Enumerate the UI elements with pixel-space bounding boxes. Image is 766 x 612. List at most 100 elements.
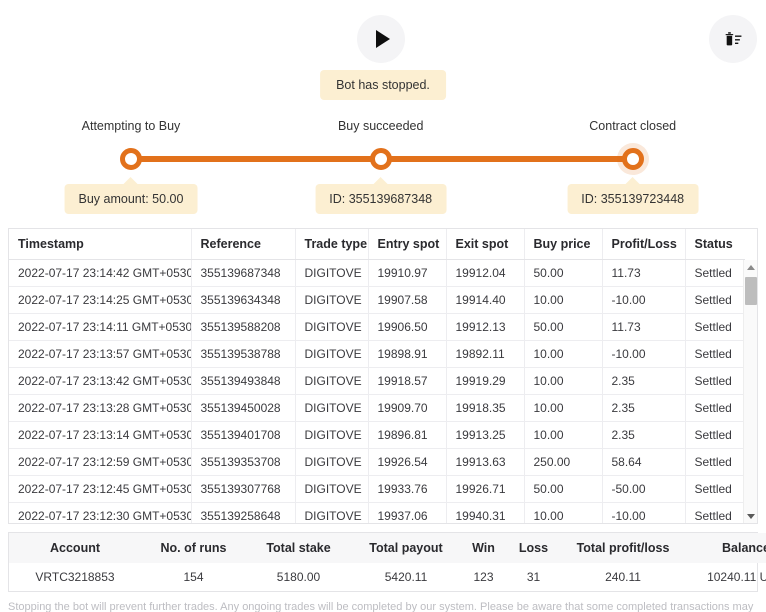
- scroll-down-button[interactable]: [744, 509, 757, 523]
- summary-header-row: Account No. of runs Total stake Total pa…: [9, 533, 766, 563]
- cell-reference: 355139307768: [191, 475, 296, 503]
- col-header-entry-spot[interactable]: Entry spot: [368, 229, 447, 260]
- col-header-trade-type[interactable]: Trade type: [295, 229, 369, 260]
- col-header-reference[interactable]: Reference: [191, 229, 296, 260]
- cell-entry-spot: 19907.58: [368, 286, 447, 314]
- run-bot-button[interactable]: [357, 15, 405, 63]
- cell-status: Settled: [685, 367, 745, 395]
- summary-row: VRTC3218853 154 5180.00 5420.11 123 31 2…: [9, 563, 766, 591]
- table-row[interactable]: 2022-07-17 23:12:59 GMT+0530 35513935370…: [9, 448, 745, 476]
- cell-entry-spot: 19898.91: [368, 340, 447, 368]
- cell-timestamp: 2022-07-17 23:12:30 GMT+0530: [9, 502, 192, 523]
- timeline-labels: Attempting to Buy Buy succeeded Contract…: [0, 119, 766, 135]
- summary-col-balance: Balance: [685, 533, 766, 563]
- summary-loss: 31: [526, 570, 541, 584]
- clear-journal-button[interactable]: [709, 15, 757, 63]
- summary-total-payout: 5420.11: [384, 570, 428, 584]
- cell-buy-price: 50.00: [524, 475, 603, 503]
- table-header-row: Timestamp Reference Trade type Entry spo…: [9, 229, 745, 260]
- timeline-dot-1[interactable]: [119, 148, 142, 170]
- cell-buy-price: 50.00: [524, 259, 603, 287]
- col-header-profit-loss[interactable]: Profit/Loss: [602, 229, 686, 260]
- cell-profit-loss: 2.35: [602, 421, 686, 449]
- cell-status: Settled: [685, 502, 745, 523]
- summary-balance: 10240.11 USD: [707, 570, 766, 584]
- col-header-timestamp[interactable]: Timestamp: [9, 229, 192, 260]
- cell-trade-type: DIGITOVE: [295, 286, 369, 314]
- cell-entry-spot: 19926.54: [368, 448, 447, 476]
- cell-exit-spot: 19912.04: [446, 259, 525, 287]
- table-row[interactable]: 2022-07-17 23:13:28 GMT+0530 35513945002…: [9, 394, 745, 422]
- summary-no-of-runs: 154: [183, 570, 204, 584]
- summary-col-total-payout: Total payout: [351, 533, 461, 563]
- timeline-dot-3[interactable]: [621, 148, 644, 170]
- cell-status: Settled: [685, 313, 745, 341]
- cell-status: Settled: [685, 259, 745, 287]
- cell-trade-type: DIGITOVE: [295, 421, 369, 449]
- cell-exit-spot: 19913.25: [446, 421, 525, 449]
- cell-exit-spot: 19892.11: [446, 340, 525, 368]
- cell-profit-loss: 58.64: [602, 448, 686, 476]
- table-row[interactable]: 2022-07-17 23:13:57 GMT+0530 35513953878…: [9, 340, 745, 368]
- timeline-dot-2[interactable]: [369, 148, 392, 170]
- table-row[interactable]: 2022-07-17 23:14:42 GMT+0530 35513968734…: [9, 259, 745, 287]
- trade-progress-timeline: Attempting to Buy Buy succeeded Contract…: [0, 112, 766, 220]
- summary-panel: Account No. of runs Total stake Total pa…: [8, 532, 766, 592]
- bot-run-panel: Bot has stopped. Attempting to Buy Buy s…: [0, 0, 766, 612]
- table-row[interactable]: 2022-07-17 23:14:11 GMT+0530 35513958820…: [9, 313, 745, 341]
- cell-entry-spot: 19896.81: [368, 421, 447, 449]
- cell-entry-spot: 19909.70: [368, 394, 447, 422]
- cell-status: Settled: [685, 340, 745, 368]
- cell-buy-price: 10.00: [524, 340, 603, 368]
- cell-reference: 355139538788: [191, 340, 296, 368]
- table-row[interactable]: 2022-07-17 23:12:30 GMT+0530 35513925864…: [9, 502, 745, 523]
- table-row[interactable]: 2022-07-17 23:13:42 GMT+0530 35513949384…: [9, 367, 745, 395]
- cell-entry-spot: 19906.50: [368, 313, 447, 341]
- cell-reference: 355139493848: [191, 367, 296, 395]
- cell-entry-spot: 19910.97: [368, 259, 447, 287]
- cell-buy-price: 10.00: [524, 394, 603, 422]
- play-icon: [376, 30, 390, 48]
- table-row[interactable]: 2022-07-17 23:12:45 GMT+0530 35513930776…: [9, 475, 745, 503]
- col-header-exit-spot[interactable]: Exit spot: [446, 229, 525, 260]
- cell-timestamp: 2022-07-17 23:13:57 GMT+0530: [9, 340, 192, 368]
- cell-exit-spot: 19926.71: [446, 475, 525, 503]
- cell-exit-spot: 19919.29: [446, 367, 525, 395]
- col-header-status[interactable]: Status: [685, 229, 745, 260]
- cell-exit-spot: 19914.40: [446, 286, 525, 314]
- timeline-step-label-2: Buy succeeded: [337, 119, 424, 133]
- timeline-step-label-3: Contract closed: [589, 119, 677, 133]
- summary-account: VRTC3218853: [35, 570, 115, 584]
- summary-win: 123: [473, 570, 494, 584]
- stop-bot-disclaimer: Stopping the bot will prevent further tr…: [8, 601, 754, 612]
- cell-entry-spot: 19933.76: [368, 475, 447, 503]
- scrollbar-thumb[interactable]: [745, 277, 757, 305]
- transactions-table: Timestamp Reference Trade type Entry spo…: [9, 229, 745, 523]
- summary-total-profit-loss: 240.11: [605, 570, 641, 584]
- cell-profit-loss: -10.00: [602, 502, 686, 523]
- table-row[interactable]: 2022-07-17 23:14:25 GMT+0530 35513963434…: [9, 286, 745, 314]
- cell-timestamp: 2022-07-17 23:13:42 GMT+0530: [9, 367, 192, 395]
- cell-buy-price: 250.00: [524, 448, 603, 476]
- timeline-step-label-1: Attempting to Buy: [81, 119, 181, 133]
- cell-exit-spot: 19940.31: [446, 502, 525, 523]
- scroll-up-button[interactable]: [744, 260, 757, 274]
- cell-timestamp: 2022-07-17 23:13:28 GMT+0530: [9, 394, 192, 422]
- timeline-tooltip-3: ID: 355139723448: [567, 177, 699, 214]
- timeline-tooltip-1: Buy amount: 50.00: [64, 177, 198, 214]
- table-row[interactable]: 2022-07-17 23:13:14 GMT+0530 35513940170…: [9, 421, 745, 449]
- cell-status: Settled: [685, 421, 745, 449]
- summary-col-no-of-runs: No. of runs: [141, 533, 246, 563]
- cell-buy-price: 50.00: [524, 313, 603, 341]
- cell-status: Settled: [685, 286, 745, 314]
- table-scrollbar[interactable]: [743, 260, 757, 523]
- cell-trade-type: DIGITOVE: [295, 394, 369, 422]
- cell-profit-loss: -10.00: [602, 286, 686, 314]
- cell-buy-price: 10.00: [524, 367, 603, 395]
- col-header-buy-price[interactable]: Buy price: [524, 229, 603, 260]
- cell-trade-type: DIGITOVE: [295, 340, 369, 368]
- cell-reference: 355139353708: [191, 448, 296, 476]
- cell-timestamp: 2022-07-17 23:14:11 GMT+0530: [9, 313, 192, 341]
- cell-entry-spot: 19937.06: [368, 502, 447, 523]
- summary-col-loss: Loss: [506, 533, 561, 563]
